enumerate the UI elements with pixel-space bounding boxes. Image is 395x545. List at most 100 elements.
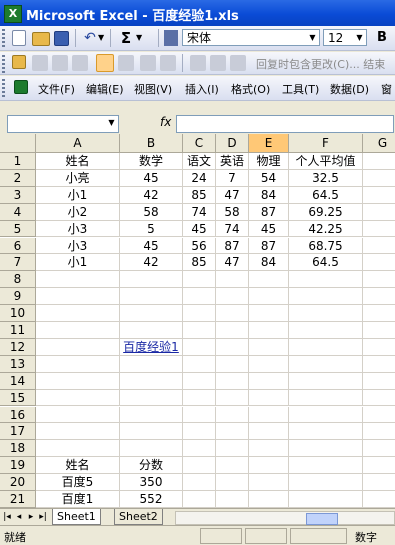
- row-header-6[interactable]: 6: [0, 237, 36, 255]
- cell-f5[interactable]: 42.25: [289, 220, 363, 238]
- cell-c1[interactable]: 语文: [183, 153, 216, 170]
- prev-sheet-icon[interactable]: ◂: [14, 511, 24, 523]
- autosum-dropdown-icon[interactable]: ▼: [136, 30, 144, 46]
- sheet-tab-sheet2[interactable]: Sheet2: [114, 509, 163, 525]
- cell-f20[interactable]: [289, 474, 363, 491]
- cell-f18[interactable]: [289, 440, 363, 458]
- cell-f10[interactable]: [289, 305, 363, 322]
- cell-b21[interactable]: 552: [120, 491, 183, 508]
- cell-g14[interactable]: [363, 373, 395, 390]
- cell-f14[interactable]: [289, 372, 363, 390]
- last-sheet-icon[interactable]: ▸|: [38, 511, 48, 523]
- scrollbar-thumb[interactable]: [306, 513, 338, 525]
- cell-c21[interactable]: [183, 491, 216, 508]
- cell-b2[interactable]: 45: [120, 169, 183, 187]
- cell-g20[interactable]: [363, 474, 395, 491]
- row-header-4[interactable]: 4: [0, 203, 36, 221]
- cell-a18[interactable]: [36, 440, 120, 458]
- cell-f9[interactable]: [289, 288, 363, 306]
- review-icon[interactable]: [52, 55, 68, 71]
- cell-f3[interactable]: 64.5: [289, 186, 363, 204]
- horizontal-scrollbar[interactable]: [175, 511, 395, 525]
- cell-c4[interactable]: 74: [183, 203, 216, 221]
- next-sheet-icon[interactable]: ▸: [26, 511, 36, 523]
- cell-e10[interactable]: [249, 305, 289, 322]
- cell-f13[interactable]: [289, 355, 363, 373]
- cell-e5[interactable]: 45: [249, 220, 289, 238]
- cell-a4[interactable]: 小2: [36, 203, 120, 221]
- row-header-7[interactable]: 7: [0, 254, 36, 272]
- row-header-20[interactable]: 20: [0, 474, 36, 491]
- cell-d10[interactable]: [216, 305, 249, 322]
- cell-c2[interactable]: 24: [183, 169, 216, 187]
- row-header-8[interactable]: 8: [0, 271, 36, 289]
- cell-b16[interactable]: [120, 406, 183, 424]
- menu-tools[interactable]: 工具(T): [282, 81, 319, 97]
- cell-f12[interactable]: [289, 338, 363, 356]
- cell-c13[interactable]: [183, 355, 216, 373]
- cell-e20[interactable]: [249, 474, 289, 491]
- cell-e17[interactable]: [249, 423, 289, 441]
- review-icon[interactable]: [32, 55, 48, 71]
- cell-g4[interactable]: [363, 204, 395, 221]
- cell-g15[interactable]: [363, 390, 395, 407]
- cell-a5[interactable]: 小3: [36, 220, 120, 238]
- cell-e14[interactable]: [249, 372, 289, 390]
- cell-a3[interactable]: 小1: [36, 186, 120, 204]
- cell-b17[interactable]: [120, 423, 183, 441]
- cell-d20[interactable]: [216, 474, 249, 491]
- first-sheet-icon[interactable]: |◂: [2, 511, 12, 523]
- review-icon[interactable]: [72, 55, 88, 71]
- menu-insert[interactable]: 插入(I): [185, 81, 219, 97]
- workbook-icon[interactable]: [14, 80, 28, 94]
- cell-b12[interactable]: 百度经验1: [120, 338, 183, 356]
- cell-a1[interactable]: 姓名: [36, 153, 120, 170]
- column-header-d[interactable]: D: [216, 134, 249, 153]
- cell-c10[interactable]: [183, 305, 216, 322]
- cell-b11[interactable]: [120, 322, 183, 339]
- cell-a2[interactable]: 小亮: [36, 169, 120, 187]
- menu-format[interactable]: 格式(O): [231, 81, 270, 97]
- row-header-5[interactable]: 5: [0, 220, 36, 238]
- review-icon[interactable]: [118, 55, 134, 71]
- row-header-19[interactable]: 19: [0, 457, 36, 475]
- row-header-18[interactable]: 18: [0, 440, 36, 458]
- row-header-21[interactable]: 21: [0, 491, 36, 508]
- row-header-3[interactable]: 3: [0, 186, 36, 204]
- cell-b14[interactable]: [120, 372, 183, 390]
- cell-e2[interactable]: 54: [249, 169, 289, 187]
- column-header-f[interactable]: F: [289, 134, 363, 153]
- row-header-10[interactable]: 10: [0, 305, 36, 322]
- cell-b6[interactable]: 45: [120, 237, 183, 255]
- toolbar-grip[interactable]: [2, 55, 5, 73]
- chevron-down-icon[interactable]: ▼: [106, 116, 117, 129]
- cell-g1[interactable]: [363, 153, 395, 170]
- undo-dropdown-icon[interactable]: ▼: [98, 30, 106, 46]
- cell-a6[interactable]: 小3: [36, 237, 120, 255]
- cell-d18[interactable]: [216, 440, 249, 458]
- undo-icon[interactable]: ↶: [82, 30, 98, 46]
- row-header-9[interactable]: 9: [0, 288, 36, 306]
- cell-f1[interactable]: 个人平均值: [289, 153, 363, 170]
- cell-a13[interactable]: [36, 355, 120, 373]
- row-header-12[interactable]: 12: [0, 338, 36, 356]
- cell-g9[interactable]: [363, 288, 395, 306]
- cell-g12[interactable]: [363, 339, 395, 356]
- cell-c7[interactable]: 85: [183, 254, 216, 272]
- cell-d4[interactable]: 58: [216, 203, 249, 221]
- toolbar-grip[interactable]: [2, 29, 5, 47]
- chevron-down-icon[interactable]: ▼: [307, 31, 318, 44]
- cell-e4[interactable]: 87: [249, 203, 289, 221]
- cell-c6[interactable]: 56: [183, 237, 216, 255]
- cell-b13[interactable]: [120, 355, 183, 373]
- cell-b3[interactable]: 42: [120, 186, 183, 204]
- cell-d21[interactable]: [216, 491, 249, 508]
- cell-c5[interactable]: 45: [183, 220, 216, 238]
- formula-input[interactable]: [176, 115, 394, 133]
- cell-a10[interactable]: [36, 305, 120, 322]
- cell-a19[interactable]: 姓名: [36, 457, 120, 475]
- cell-g16[interactable]: [363, 407, 395, 424]
- autosum-icon[interactable]: Σ: [118, 30, 134, 46]
- toolbar-grip[interactable]: [2, 79, 5, 97]
- cell-c19[interactable]: [183, 457, 216, 475]
